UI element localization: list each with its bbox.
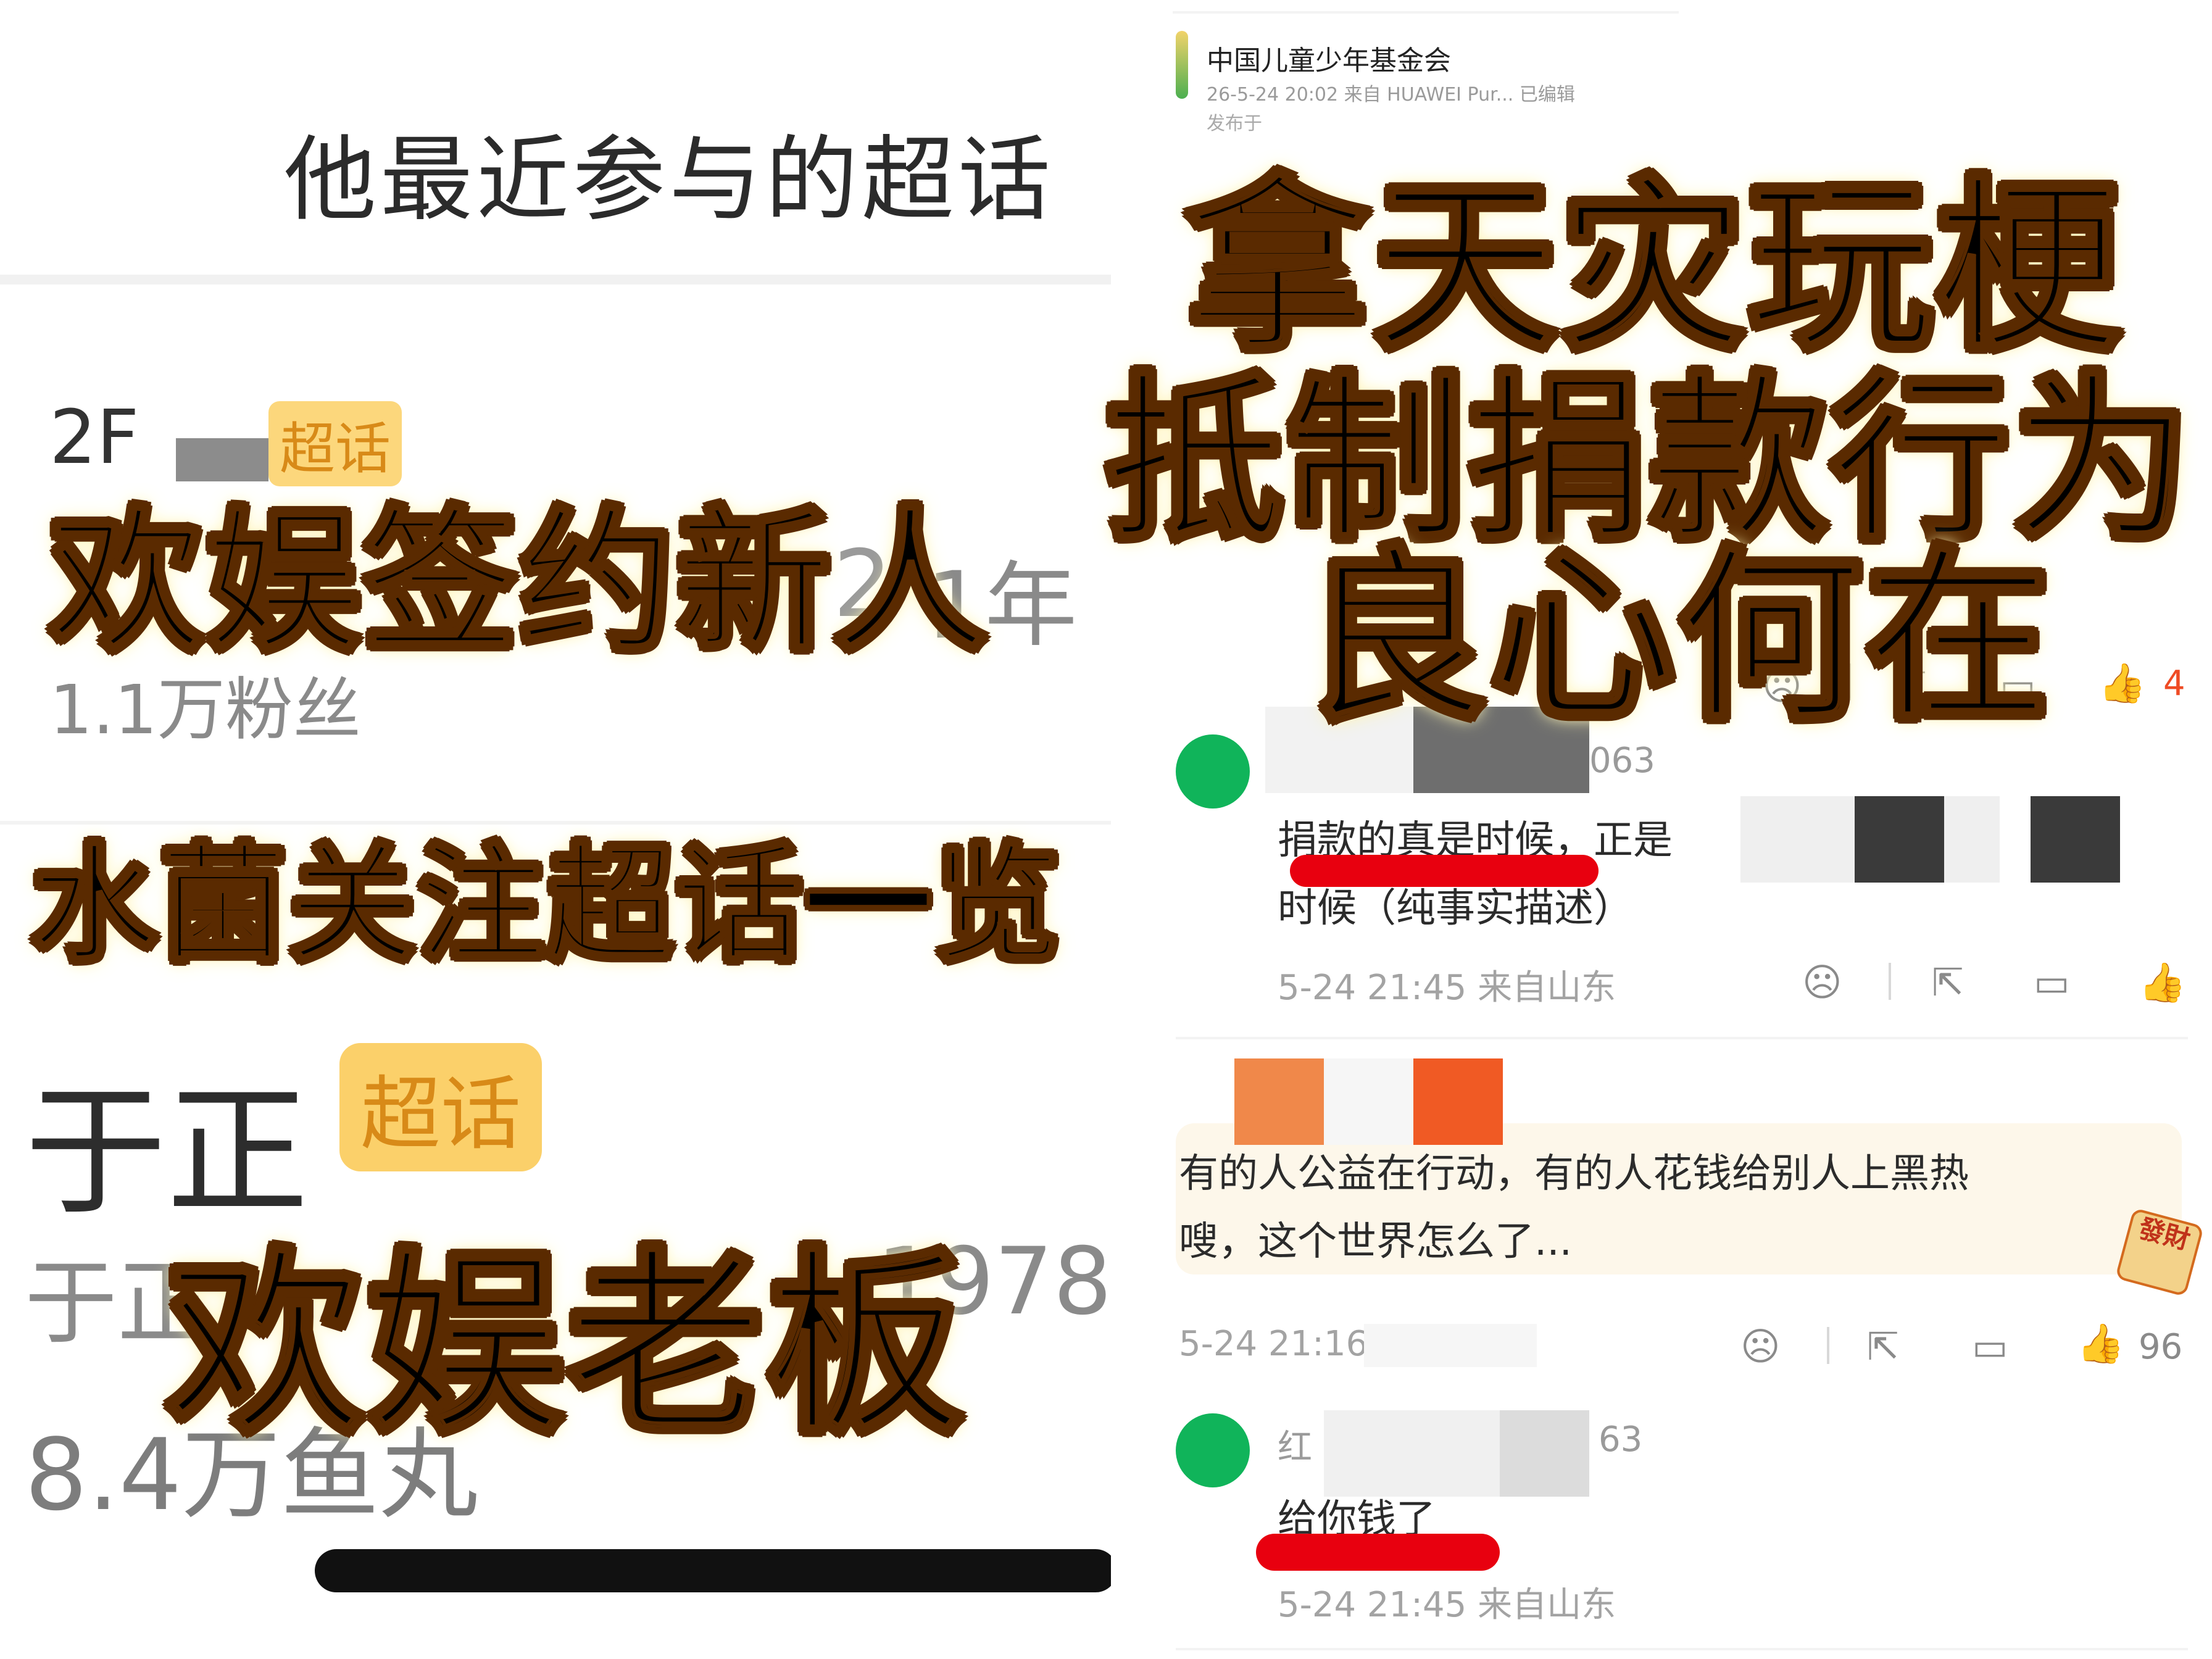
comment-icon[interactable]: ▭ — [1972, 1324, 2008, 1369]
foundation-logo-icon — [1176, 31, 1188, 99]
comment-icon[interactable]: ▭ — [2034, 960, 2070, 1005]
comment-meta: 5-24 21:45 来自山东 — [1278, 1585, 1616, 1625]
bottom-divider — [1176, 1648, 2188, 1650]
meta-blur — [1364, 1324, 1537, 1367]
post-like-count: 4 — [2163, 663, 2185, 704]
dislike-icon[interactable]: ☹ — [1740, 1324, 1781, 1369]
chaohua-badge: 超话 — [339, 1043, 543, 1171]
section-title: 他最近参与的超话 — [284, 127, 1055, 234]
comment-divider — [1176, 1037, 2188, 1039]
username-mosaic-orange — [1234, 1058, 1324, 1145]
like-count: 96 — [2139, 1327, 2183, 1367]
username-blur — [1324, 1058, 1413, 1145]
comment-line-1: 有的人公益在行动，有的人花钱给别人上黑热 — [1179, 1151, 1969, 1197]
caption-right-line3: 良心何在 — [1301, 488, 2053, 755]
comment-meta: 5-24 21:16 — [1179, 1324, 1368, 1364]
underline-mark — [1290, 855, 1599, 887]
avatar[interactable] — [1176, 734, 1250, 809]
underline-mark — [1256, 1534, 1500, 1571]
username-mosaic — [1500, 1410, 1589, 1497]
post-author[interactable]: 中国儿童少年基金会 — [1207, 38, 1451, 78]
caption-left-top: 欢娱签约新人 — [48, 457, 990, 680]
avatar[interactable] — [1176, 1413, 1250, 1487]
like-icon[interactable]: 👍 — [2139, 960, 2186, 1005]
username-head: 红 — [1278, 1428, 1312, 1468]
like-icon[interactable]: 👍 — [2098, 660, 2146, 706]
username-tail: 63 — [1599, 1420, 1643, 1460]
top-divider — [1173, 11, 1679, 14]
post-meta: 26-5-24 20:02 来自 HUAWEI Pur... 已编辑 — [1207, 84, 1575, 106]
comment-line-2: 嗖，这个世界怎么了... — [1179, 1219, 1573, 1265]
share-icon[interactable]: ⇱ — [1867, 1324, 1899, 1369]
action-separator — [1827, 1327, 1829, 1364]
comment-mosaic-a — [1855, 796, 1944, 883]
like-icon[interactable]: 👍 — [2077, 1321, 2124, 1366]
share-icon[interactable]: ⇱ — [1932, 960, 1964, 1005]
scroll-indicator[interactable] — [315, 1549, 1117, 1592]
section-divider — [0, 275, 1111, 285]
action-separator — [1889, 963, 1891, 1000]
dislike-icon[interactable]: ☹ — [1802, 960, 1842, 1005]
caption-left-mid: 水菌关注超话一览 — [30, 802, 1063, 986]
username-mosaic-red — [1413, 1058, 1503, 1145]
caption-left-bottom: 欢娱老板 — [165, 1185, 967, 1471]
comment-mosaic-b — [2031, 796, 2120, 883]
comment-meta: 5-24 21:45 来自山东 — [1278, 968, 1616, 1008]
